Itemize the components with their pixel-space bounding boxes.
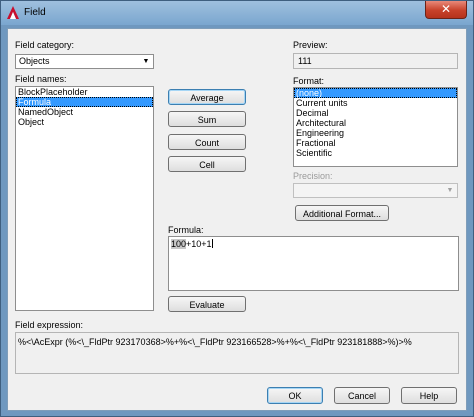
formula-rest: +10+1 — [186, 239, 212, 249]
formula-label: Formula: — [168, 225, 204, 235]
field-names-list[interactable]: BlockPlaceholder Formula NamedObject Object — [15, 86, 154, 311]
dialog-body: Field category: Objects ▼ Field names: B… — [7, 28, 467, 411]
field-category-dropdown[interactable]: Objects ▼ — [15, 54, 154, 69]
preview-label: Preview: — [293, 40, 328, 50]
list-item[interactable]: Object — [16, 117, 153, 127]
chevron-down-icon: ▼ — [142, 58, 150, 65]
average-button[interactable]: Average — [168, 89, 246, 105]
field-expression-value: %<\AcExpr (%<\_FldPtr 923170368>%+%<\_Fl… — [18, 337, 412, 347]
list-item[interactable]: Scientific — [294, 148, 457, 158]
ok-button[interactable]: OK — [267, 387, 323, 404]
field-dialog: Field ✕ Field category: Objects ▼ Field … — [0, 0, 474, 417]
list-item[interactable]: Engineering — [294, 128, 457, 138]
format-label: Format: — [293, 76, 325, 86]
formula-highlighted: 100 — [171, 239, 187, 249]
additional-format-button[interactable]: Additional Format... — [295, 205, 389, 221]
field-expression-field[interactable]: %<\AcExpr (%<\_FldPtr 923170368>%+%<\_Fl… — [15, 332, 459, 374]
preview-field: 111 — [293, 53, 458, 69]
sum-button[interactable]: Sum — [168, 111, 246, 127]
text-caret — [211, 239, 213, 248]
close-icon: ✕ — [440, 2, 452, 16]
list-item[interactable]: Formula — [16, 97, 153, 107]
formula-input[interactable]: 100+10+1 — [168, 236, 459, 291]
field-category-value: Objects — [19, 56, 50, 66]
help-button[interactable]: Help — [401, 387, 457, 404]
list-item[interactable]: (none) — [294, 88, 457, 98]
preview-value: 111 — [298, 56, 312, 66]
window-title: Field — [24, 7, 46, 18]
format-list[interactable]: (none) Current units Decimal Architectural E… — [293, 87, 458, 167]
list-item[interactable]: Current units — [294, 98, 457, 108]
chevron-down-icon: ▼ — [446, 187, 454, 194]
cell-button[interactable]: Cell — [168, 156, 246, 172]
precision-label: Precision: — [293, 171, 333, 181]
field-expression-label: Field expression: — [15, 320, 84, 330]
cancel-button[interactable]: Cancel — [334, 387, 390, 404]
field-names-label: Field names: — [15, 74, 67, 84]
autocad-logo-icon — [7, 6, 19, 19]
precision-dropdown[interactable]: ▼ — [293, 183, 458, 198]
list-item[interactable]: BlockPlaceholder — [16, 87, 153, 97]
list-item[interactable]: Decimal — [294, 108, 457, 118]
field-category-label: Field category: — [15, 40, 75, 50]
title-bar[interactable]: Field ✕ — [1, 1, 473, 25]
list-item[interactable]: Fractional — [294, 138, 457, 148]
list-item[interactable]: Architectural — [294, 118, 457, 128]
close-button[interactable]: ✕ — [425, 1, 467, 19]
formula-text: 100+10+1 — [171, 239, 213, 249]
evaluate-button[interactable]: Evaluate — [168, 296, 246, 312]
count-button[interactable]: Count — [168, 134, 246, 150]
list-item[interactable]: NamedObject — [16, 107, 153, 117]
